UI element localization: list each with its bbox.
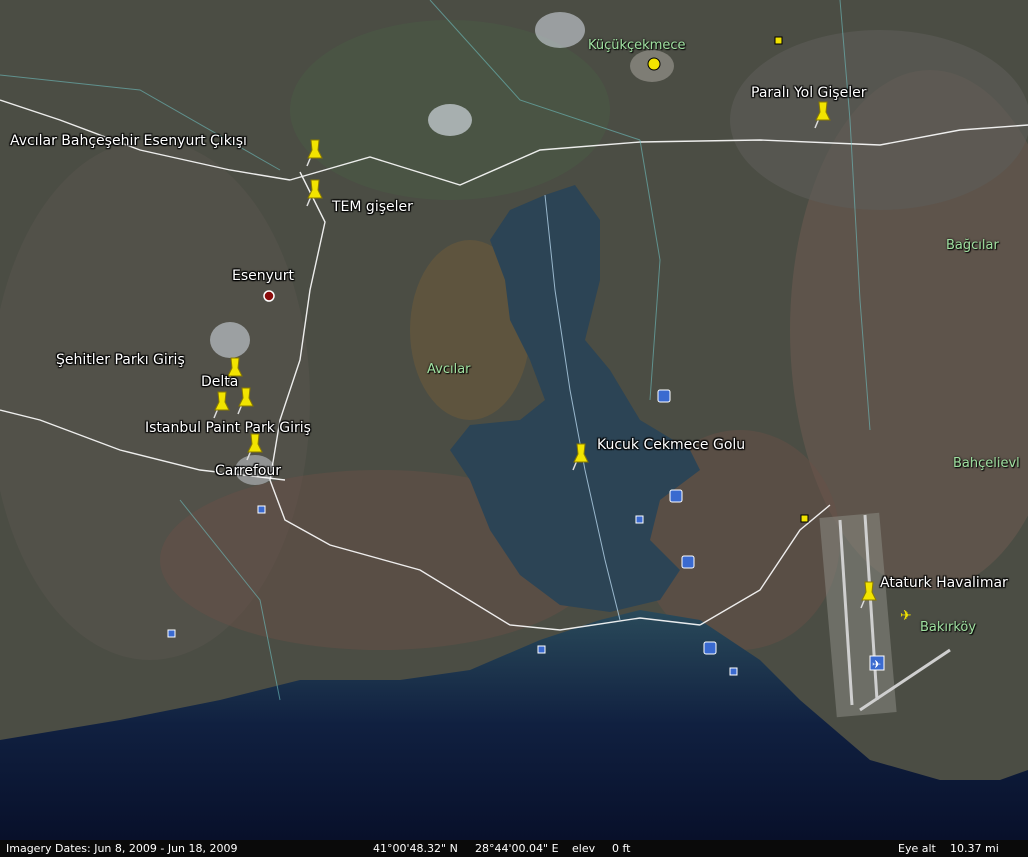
place-label-kucukcekmece: Küçükçekmece: [588, 38, 686, 53]
placemark-label-tem-giseler[interactable]: TEM gişeler: [332, 199, 413, 215]
placemark-label-delta[interactable]: Delta: [201, 374, 238, 390]
placemark-label-avcilar-cikisi[interactable]: Avcılar Bahçeşehir Esenyurt Çıkışı: [10, 133, 247, 149]
place-label-esenyurt: Esenyurt: [232, 268, 295, 284]
airport-icon: ✈: [900, 608, 912, 624]
elev-value: 0 ft: [612, 842, 631, 855]
pushpin-icon[interactable]: [207, 388, 235, 422]
eye-alt-label: Eye alt: [898, 842, 936, 855]
placemark-label-paint-park[interactable]: Istanbul Paint Park Giriş: [145, 420, 311, 436]
place-label-bagcilar: Bağcılar: [946, 238, 999, 253]
longitude-readout: 28°44'00.04" E: [475, 842, 559, 855]
placemark-label-ataturk[interactable]: Ataturk Havalimar: [880, 575, 1008, 591]
status-bar: Imagery Dates: Jun 8, 2009 - Jun 18, 200…: [0, 840, 1028, 857]
imagery-dates: Imagery Dates: Jun 8, 2009 - Jun 18, 200…: [6, 842, 238, 855]
pushpin-icon[interactable]: [566, 440, 594, 474]
pushpin-icon[interactable]: [300, 136, 328, 170]
latitude-readout: 41°00'48.32" N: [373, 842, 458, 855]
pushpin-icon[interactable]: [808, 98, 836, 132]
map-viewport[interactable]: ✈ ✈ Küçükçekmece Bağcılar Avcılar Bahçel…: [0, 0, 1028, 857]
pushpin-icon[interactable]: [854, 578, 882, 612]
placemark-label-sehitler-parki[interactable]: Şehitler Parkı Giriş: [56, 352, 185, 368]
elev-label: elev: [572, 842, 596, 855]
esenyurt-marker-icon: [263, 290, 275, 302]
placemark-label-carrefour[interactable]: Carrefour: [215, 463, 281, 479]
place-label-bahcelievler: Bahçelievl: [953, 456, 1020, 471]
svg-text:✈: ✈: [872, 658, 881, 671]
place-label-avcilar: Avcılar: [427, 362, 471, 377]
placemark-label-kucuk-cekmece-golu[interactable]: Kucuk Cekmece Golu: [597, 437, 745, 453]
place-label-bakirkoy: Bakırköy: [920, 620, 977, 635]
pushpin-icon[interactable]: [300, 176, 328, 210]
placemark-label-parali-yol[interactable]: Paralı Yol Gişeler: [751, 85, 866, 101]
eye-alt-value: 10.37 mi: [950, 842, 999, 855]
stadium-icon: [647, 57, 661, 71]
